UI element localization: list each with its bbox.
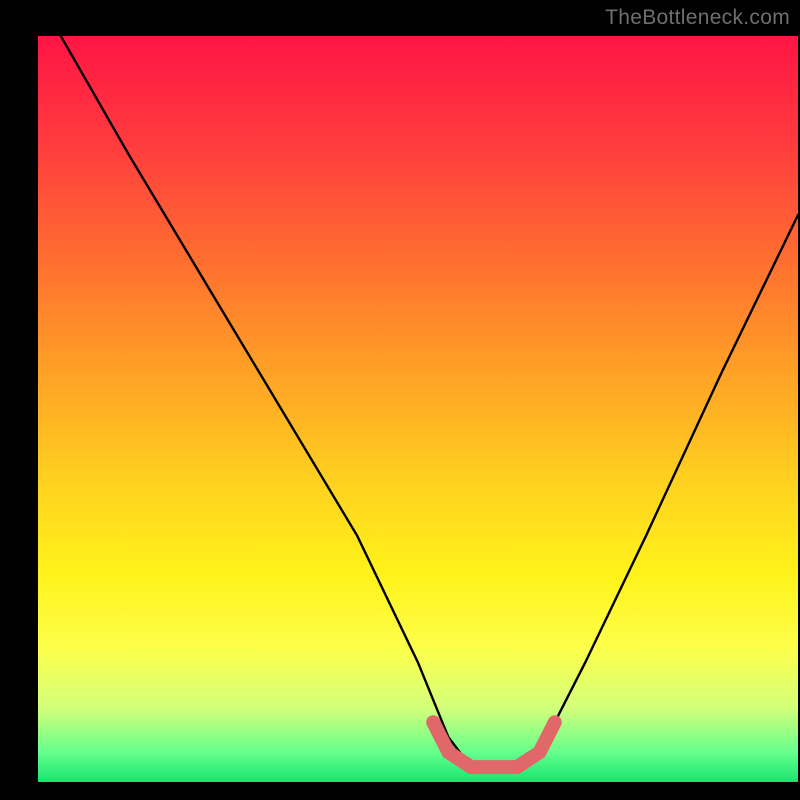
optimal-range-marker xyxy=(433,722,555,767)
bottleneck-curve xyxy=(61,36,798,767)
chart-frame: TheBottleneck.com xyxy=(0,0,800,800)
bottleneck-chart-svg xyxy=(38,36,798,782)
watermark-text: TheBottleneck.com xyxy=(605,6,790,30)
plot-area xyxy=(38,36,798,782)
